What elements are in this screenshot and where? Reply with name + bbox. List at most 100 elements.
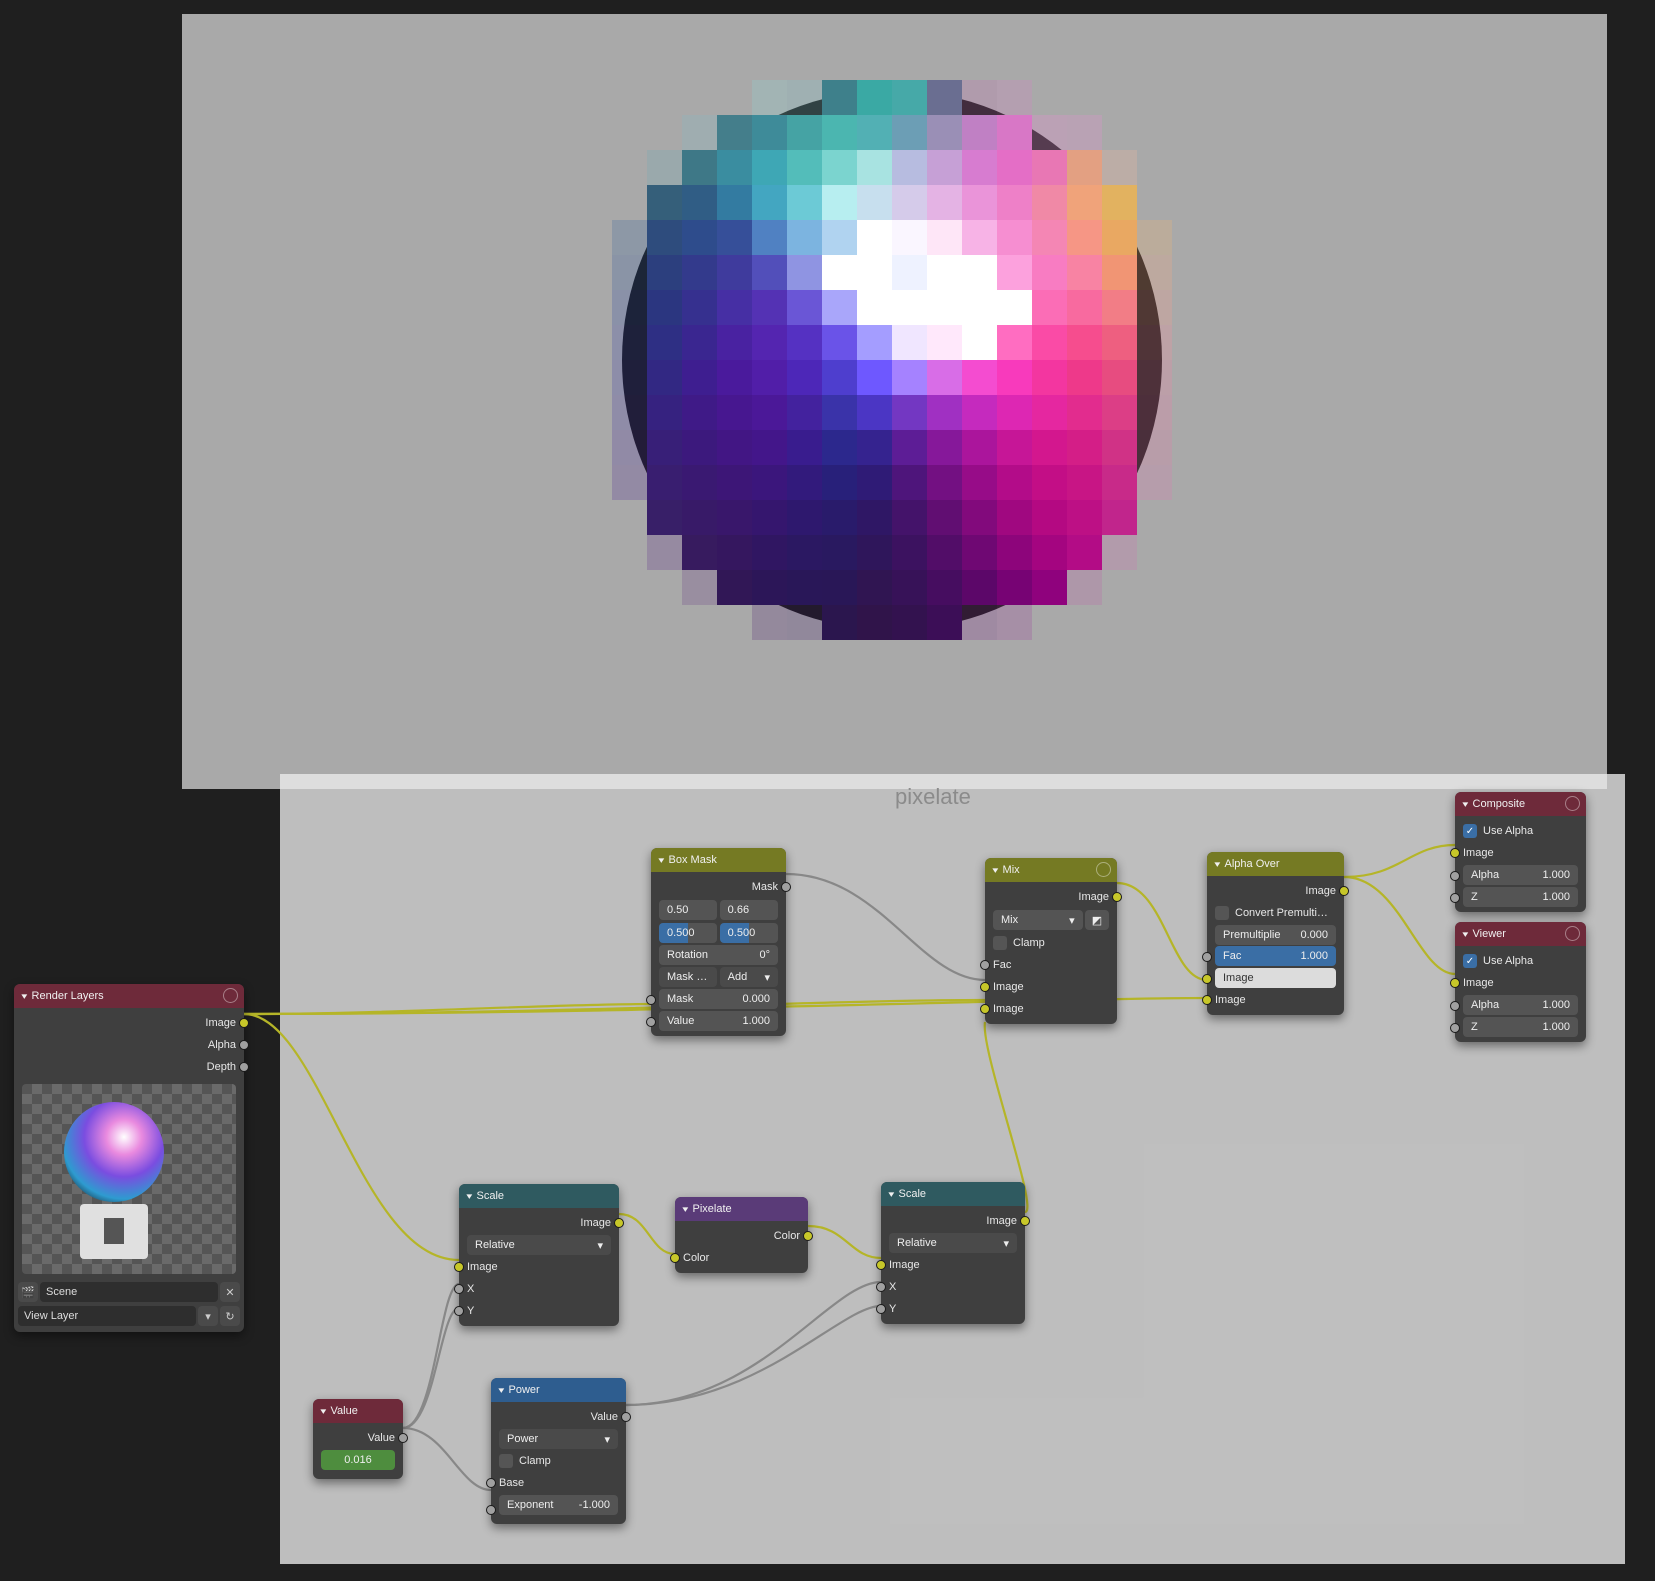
chevron-down-icon[interactable]: ▾	[198, 1306, 218, 1326]
socket-out-image[interactable]	[1020, 1216, 1030, 1226]
value-field[interactable]: 0.016	[321, 1450, 395, 1470]
socket-in-image2[interactable]	[980, 1004, 990, 1014]
socket-in-image1[interactable]	[1202, 974, 1212, 984]
field-mask-in[interactable]: Mask0.000	[659, 989, 778, 1009]
socket-in-x[interactable]	[876, 1282, 886, 1292]
field-fac[interactable]: Fac1.000	[1215, 946, 1336, 966]
node-header[interactable]: ▾ Power	[491, 1378, 626, 1402]
socket-in-exponent[interactable]	[486, 1505, 496, 1515]
chevron-down-icon: ▾	[1462, 929, 1468, 940]
math-mode-dropdown[interactable]: Power▾	[499, 1429, 618, 1449]
field-h[interactable]: 0.500	[720, 923, 778, 943]
socket-in-image1[interactable]	[980, 982, 990, 992]
socket-out-image[interactable]	[1339, 886, 1349, 896]
socket-out-value[interactable]	[621, 1412, 631, 1422]
node-mix[interactable]: ▾ Mix Image Mix▾ ◩ Clamp Fac Image Image	[985, 858, 1117, 1024]
node-options-icon[interactable]	[1096, 862, 1111, 877]
socket-in-z[interactable]	[1450, 893, 1460, 903]
clamp-checkbox[interactable]	[993, 936, 1007, 950]
usealpha-checkbox[interactable]: ✓	[1463, 954, 1477, 968]
node-header[interactable]: ▾ Mix	[985, 858, 1117, 882]
node-header[interactable]: ▾ Alpha Over	[1207, 852, 1344, 876]
scale-mode-dropdown[interactable]: Relative▾	[467, 1235, 611, 1255]
socket-label: Image	[1305, 885, 1336, 897]
node-header[interactable]: ▾ Value	[313, 1399, 403, 1423]
node-header[interactable]: ▾ Scale	[881, 1182, 1025, 1206]
node-composite[interactable]: ▾ Composite ✓Use Alpha Image Alpha1.000 …	[1455, 792, 1586, 912]
node-options-icon[interactable]	[1565, 796, 1580, 811]
field-y[interactable]: 0.66	[720, 900, 778, 920]
node-power[interactable]: ▾ Power Value Power▾ Clamp Base Exponent…	[491, 1378, 626, 1524]
field-value-in[interactable]: Value1.000	[659, 1011, 778, 1031]
node-scale-2[interactable]: ▾ Scale Image Relative▾ Image X Y	[881, 1182, 1025, 1324]
node-box-mask[interactable]: ▾ Box Mask Mask 0.50 0.66 0.500 0.500 Ro…	[651, 848, 786, 1036]
socket-out-value[interactable]	[398, 1433, 408, 1443]
viewlayer-selector[interactable]: View Layer	[18, 1306, 196, 1326]
socket-in-image2[interactable]	[1202, 995, 1212, 1005]
node-value[interactable]: ▾ Value Value 0.016	[313, 1399, 403, 1479]
refresh-icon[interactable]: ↻	[220, 1306, 240, 1326]
field-exponent[interactable]: Exponent-1.000	[499, 1495, 618, 1515]
node-title: Scale	[477, 1190, 505, 1202]
socket-out-mask[interactable]	[781, 882, 791, 892]
chevron-down-icon: ▾	[1214, 859, 1220, 870]
socket-in-image[interactable]	[454, 1262, 464, 1272]
socket-out-image[interactable]	[239, 1018, 249, 1028]
socket-out-image[interactable]	[1112, 892, 1122, 902]
field-premul[interactable]: Premultiplie0.000	[1215, 925, 1336, 945]
socket-in-image[interactable]	[1450, 848, 1460, 858]
clamp-checkbox[interactable]	[499, 1454, 513, 1468]
socket-out-image[interactable]	[614, 1218, 624, 1228]
node-pixelate[interactable]: ▾ Pixelate Color Color	[675, 1197, 808, 1273]
socket-in-x[interactable]	[454, 1284, 464, 1294]
node-title: Composite	[1473, 798, 1526, 810]
node-scale-1[interactable]: ▾ Scale Image Relative▾ Image X Y	[459, 1184, 619, 1326]
socket-out-depth[interactable]	[239, 1062, 249, 1072]
socket-out-color[interactable]	[803, 1231, 813, 1241]
mix-invert-icon[interactable]: ◩	[1085, 910, 1109, 930]
node-header[interactable]: ▾ Composite	[1455, 792, 1586, 816]
node-header[interactable]: ▾ Pixelate	[675, 1197, 808, 1221]
node-header[interactable]: ▾ Viewer	[1455, 922, 1586, 946]
scene-icon[interactable]: 🎬	[18, 1282, 38, 1302]
node-viewer[interactable]: ▾ Viewer ✓Use Alpha Image Alpha1.000 Z1.…	[1455, 922, 1586, 1042]
field-alpha[interactable]: Alpha1.000	[1463, 995, 1578, 1015]
node-options-icon[interactable]	[1565, 926, 1580, 941]
socket-in-alpha[interactable]	[1450, 871, 1460, 881]
node-alpha-over[interactable]: ▾ Alpha Over Image Convert Premulti… Pre…	[1207, 852, 1344, 1015]
node-render-layers[interactable]: ▾ Render Layers Image Alpha Depth 🎬 Scen…	[14, 984, 244, 1332]
node-header[interactable]: ▾ Scale	[459, 1184, 619, 1208]
node-header[interactable]: ▾ Box Mask	[651, 848, 786, 872]
close-icon[interactable]: ✕	[220, 1282, 240, 1302]
scene-selector[interactable]: Scene	[40, 1282, 218, 1302]
socket-in-y[interactable]	[454, 1306, 464, 1316]
mix-mode-dropdown[interactable]: Mix▾	[993, 910, 1083, 930]
field-alpha[interactable]: Alpha1.000	[1463, 865, 1578, 885]
field-z[interactable]: Z1.000	[1463, 887, 1578, 907]
chevron-down-icon: ▾	[682, 1204, 688, 1215]
field-rotation[interactable]: Rotation0°	[659, 945, 778, 965]
masktype-dropdown[interactable]: Add▾	[720, 967, 778, 987]
socket-in-value[interactable]	[646, 1017, 656, 1027]
field-image1[interactable]: Image	[1215, 968, 1336, 988]
socket-out-alpha[interactable]	[239, 1040, 249, 1050]
socket-in-y[interactable]	[876, 1304, 886, 1314]
usealpha-checkbox[interactable]: ✓	[1463, 824, 1477, 838]
field-w[interactable]: 0.500	[659, 923, 717, 943]
socket-in-fac[interactable]	[1202, 952, 1212, 962]
convert-checkbox[interactable]	[1215, 906, 1229, 920]
socket-in-base[interactable]	[486, 1478, 496, 1488]
socket-in-alpha[interactable]	[1450, 1001, 1460, 1011]
socket-in-z[interactable]	[1450, 1023, 1460, 1033]
socket-in-mask[interactable]	[646, 995, 656, 1005]
socket-in-color[interactable]	[670, 1253, 680, 1263]
field-x[interactable]: 0.50	[659, 900, 717, 920]
socket-in-image[interactable]	[1450, 978, 1460, 988]
socket-in-fac[interactable]	[980, 960, 990, 970]
socket-label: Image	[889, 1259, 920, 1271]
scale-mode-dropdown[interactable]: Relative▾	[889, 1233, 1017, 1253]
field-z[interactable]: Z1.000	[1463, 1017, 1578, 1037]
node-header[interactable]: ▾ Render Layers	[14, 984, 244, 1008]
socket-in-image[interactable]	[876, 1260, 886, 1270]
node-options-icon[interactable]	[223, 988, 238, 1003]
